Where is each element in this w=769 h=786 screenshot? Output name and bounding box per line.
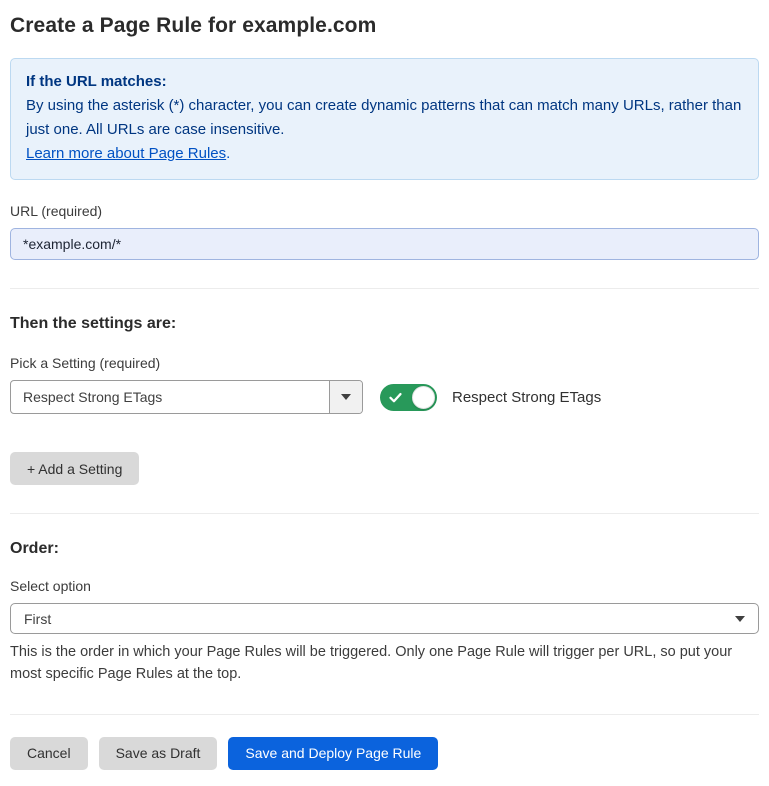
save-deploy-button[interactable]: Save and Deploy Page Rule xyxy=(228,737,438,770)
setting-select-value: Respect Strong ETags xyxy=(11,381,329,413)
order-select-value: First xyxy=(24,611,735,627)
respect-strong-etags-toggle[interactable] xyxy=(380,384,437,411)
url-label: URL (required) xyxy=(10,203,759,219)
toggle-knob xyxy=(412,386,435,409)
info-box-heading: If the URL matches: xyxy=(26,70,743,94)
add-setting-button[interactable]: + Add a Setting xyxy=(10,452,139,485)
divider xyxy=(10,513,759,514)
footer-actions: Cancel Save as Draft Save and Deploy Pag… xyxy=(10,737,759,770)
learn-more-link[interactable]: Learn more about Page Rules xyxy=(26,145,226,162)
settings-heading: Then the settings are: xyxy=(10,315,759,333)
setting-select[interactable]: Respect Strong ETags xyxy=(10,380,363,414)
setting-select-caret-cell[interactable] xyxy=(329,381,362,413)
setting-row: Respect Strong ETags Respect Strong ETag… xyxy=(10,380,759,414)
order-select[interactable]: First xyxy=(10,603,759,634)
divider xyxy=(10,714,759,715)
order-select-label: Select option xyxy=(10,578,759,594)
setting-picker-label: Pick a Setting (required) xyxy=(10,355,759,371)
url-match-info-box: If the URL matches: By using the asteris… xyxy=(10,58,759,180)
caret-down-icon xyxy=(341,394,351,400)
info-box-body: By using the asterisk (*) character, you… xyxy=(26,94,743,142)
link-suffix: . xyxy=(226,145,230,162)
url-input[interactable] xyxy=(10,228,759,260)
info-box-link-line: Learn more about Page Rules. xyxy=(26,142,743,166)
save-draft-button[interactable]: Save as Draft xyxy=(99,737,218,770)
order-heading: Order: xyxy=(10,540,759,558)
check-icon xyxy=(388,390,403,405)
toggle-label: Respect Strong ETags xyxy=(452,389,601,406)
caret-down-icon xyxy=(735,616,745,622)
page-title: Create a Page Rule for example.com xyxy=(10,14,759,38)
order-help-text: This is the order in which your Page Rul… xyxy=(10,642,759,686)
cancel-button[interactable]: Cancel xyxy=(10,737,88,770)
page-rule-form: Create a Page Rule for example.com If th… xyxy=(0,0,769,770)
divider xyxy=(10,288,759,289)
